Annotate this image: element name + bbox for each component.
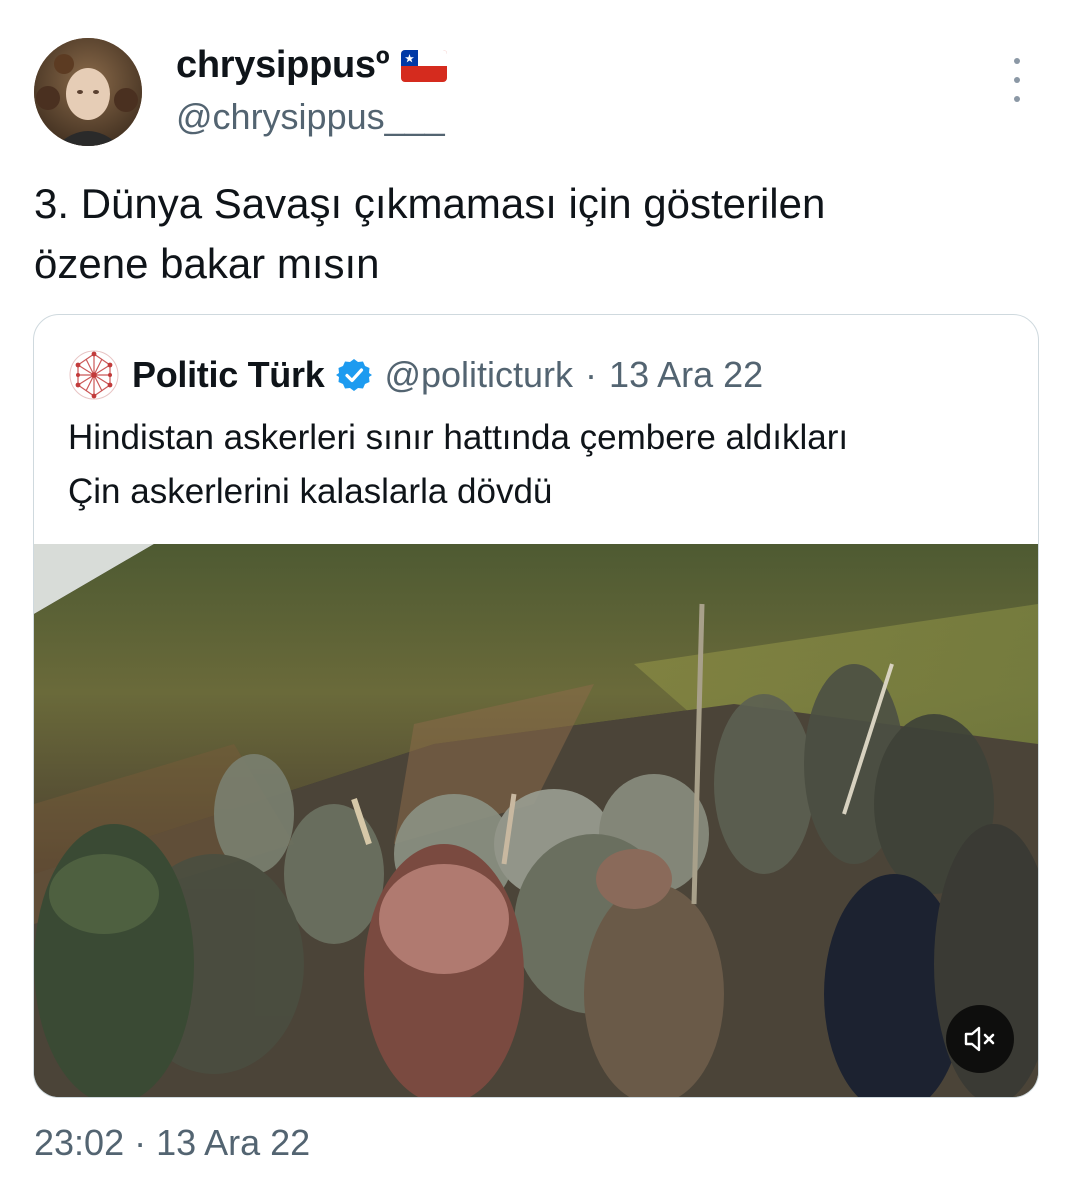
video-frame [34, 544, 1038, 1097]
chile-flag-icon [401, 49, 448, 82]
quoted-date[interactable]: 13 Ara 22 [609, 354, 763, 396]
tweet-text-line: 3. Dünya Savaşı çıkmaması için gösterile… [34, 180, 826, 227]
tweet-text: 3. Dünya Savaşı çıkmaması için gösterile… [34, 174, 1034, 294]
quoted-text-line: Çin askerlerini kalaslarla dövdü [68, 472, 553, 511]
avatar-photo [34, 38, 142, 146]
separator-dot: · [585, 354, 598, 395]
author-name-row: chrysippusº [176, 44, 448, 87]
politic-turk-logo-icon[interactable] [68, 349, 120, 401]
quoted-text-line: Hindistan askerleri sınır hattında çembe… [68, 418, 849, 457]
quoted-tweet-text: Hindistan askerleri sınır hattında çembe… [68, 411, 1018, 519]
dot [1014, 96, 1020, 102]
quoted-handle[interactable]: @politicturk [384, 354, 573, 396]
video-thumbnail[interactable] [34, 544, 1038, 1097]
quoted-tweet-header: Politic Türk @politicturk · 13 Ara 22 [68, 349, 763, 401]
tweet-text-line: özene bakar mısın [34, 240, 380, 287]
more-options-icon[interactable] [1002, 58, 1032, 102]
verified-badge-icon [336, 357, 373, 393]
dot [1014, 58, 1020, 64]
muted-speaker-icon[interactable] [946, 1005, 1014, 1073]
author-avatar[interactable] [34, 38, 142, 146]
dot [1014, 77, 1020, 83]
quoted-display-name[interactable]: Politic Türk [132, 354, 325, 396]
tweet-timestamp[interactable]: 23:02 · 13 Ara 22 [34, 1122, 310, 1164]
author-display-name[interactable]: chrysippusº [176, 44, 390, 87]
author-handle[interactable]: @chrysippus___ [176, 96, 445, 138]
quoted-tweet-card[interactable]: Politic Türk @politicturk · 13 Ara 22 Hi… [33, 314, 1039, 1098]
